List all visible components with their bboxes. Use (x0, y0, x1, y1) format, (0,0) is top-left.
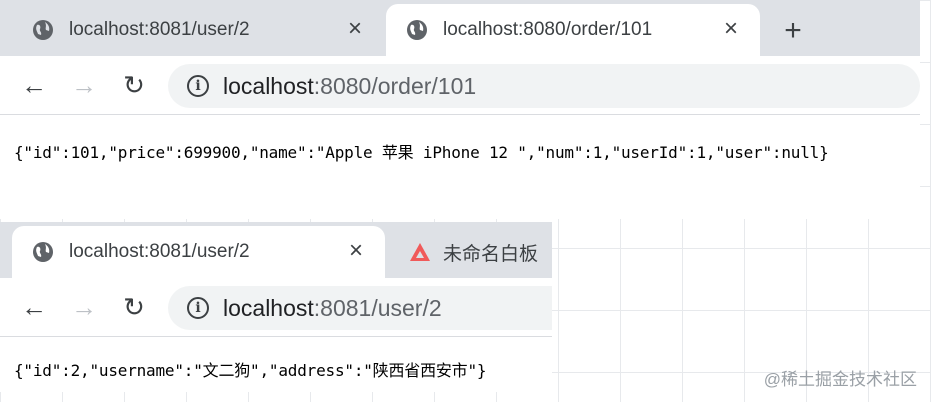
tab-title: localhost:8081/user/2 (69, 19, 250, 40)
back-arrow-icon[interactable]: ← (19, 70, 49, 100)
tab-title: localhost:8080/order/101 (443, 19, 653, 40)
globe-icon (32, 241, 54, 263)
triangle-logo-icon (409, 241, 431, 263)
browser-window-user: localhost:8081/user/2 × 未命名白板 ← → ↻ i lo… (0, 222, 552, 392)
tab-whiteboard[interactable]: 未命名白板 (387, 226, 552, 278)
reload-icon[interactable]: ↻ (119, 292, 149, 322)
reload-icon[interactable]: ↻ (119, 70, 149, 100)
address-bar[interactable]: i localhost:8081/user/2 (168, 286, 552, 330)
info-icon[interactable]: i (187, 75, 209, 97)
new-tab-button[interactable]: + (776, 14, 810, 48)
info-icon[interactable]: i (187, 297, 209, 319)
tab-user[interactable]: localhost:8081/user/2 × (0, 4, 384, 56)
browser-window-order: localhost:8081/user/2 × localhost:8080/o… (0, 0, 920, 219)
tab-strip: localhost:8081/user/2 × 未命名白板 (0, 222, 552, 278)
globe-icon (406, 19, 428, 41)
address-bar[interactable]: i localhost:8080/order/101 (168, 64, 920, 108)
close-tab-icon[interactable]: × (718, 16, 744, 42)
watermark: @稀土掘金技术社区 (763, 370, 917, 389)
json-response: {"id":2,"username":"文二狗","address":"陕西省西… (14, 361, 487, 380)
browser-toolbar: ← → ↻ i localhost:8081/user/2 (0, 278, 552, 337)
globe-icon (32, 19, 54, 41)
address-url[interactable]: localhost:8081/user/2 (223, 295, 442, 322)
forward-arrow-icon[interactable]: → (69, 292, 99, 322)
close-tab-icon[interactable]: × (343, 238, 369, 264)
browser-toolbar: ← → ↻ i localhost:8080/order/101 (0, 56, 920, 115)
page-content: {"id":101,"price":699900,"name":"Apple 苹… (0, 115, 920, 219)
close-tab-icon[interactable]: × (342, 16, 368, 42)
tab-user-active[interactable]: localhost:8081/user/2 × (12, 226, 385, 278)
address-url[interactable]: localhost:8080/order/101 (223, 73, 476, 100)
tab-order-active[interactable]: localhost:8080/order/101 × (386, 4, 760, 56)
page-content: {"id":2,"username":"文二狗","address":"陕西省西… (0, 337, 552, 392)
tab-title: 未命名白板 (443, 243, 539, 265)
forward-arrow-icon[interactable]: → (69, 70, 99, 100)
tab-title: localhost:8081/user/2 (69, 241, 250, 262)
back-arrow-icon[interactable]: ← (19, 292, 49, 322)
tab-strip: localhost:8081/user/2 × localhost:8080/o… (0, 0, 920, 56)
json-response: {"id":101,"price":699900,"name":"Apple 苹… (14, 143, 829, 162)
